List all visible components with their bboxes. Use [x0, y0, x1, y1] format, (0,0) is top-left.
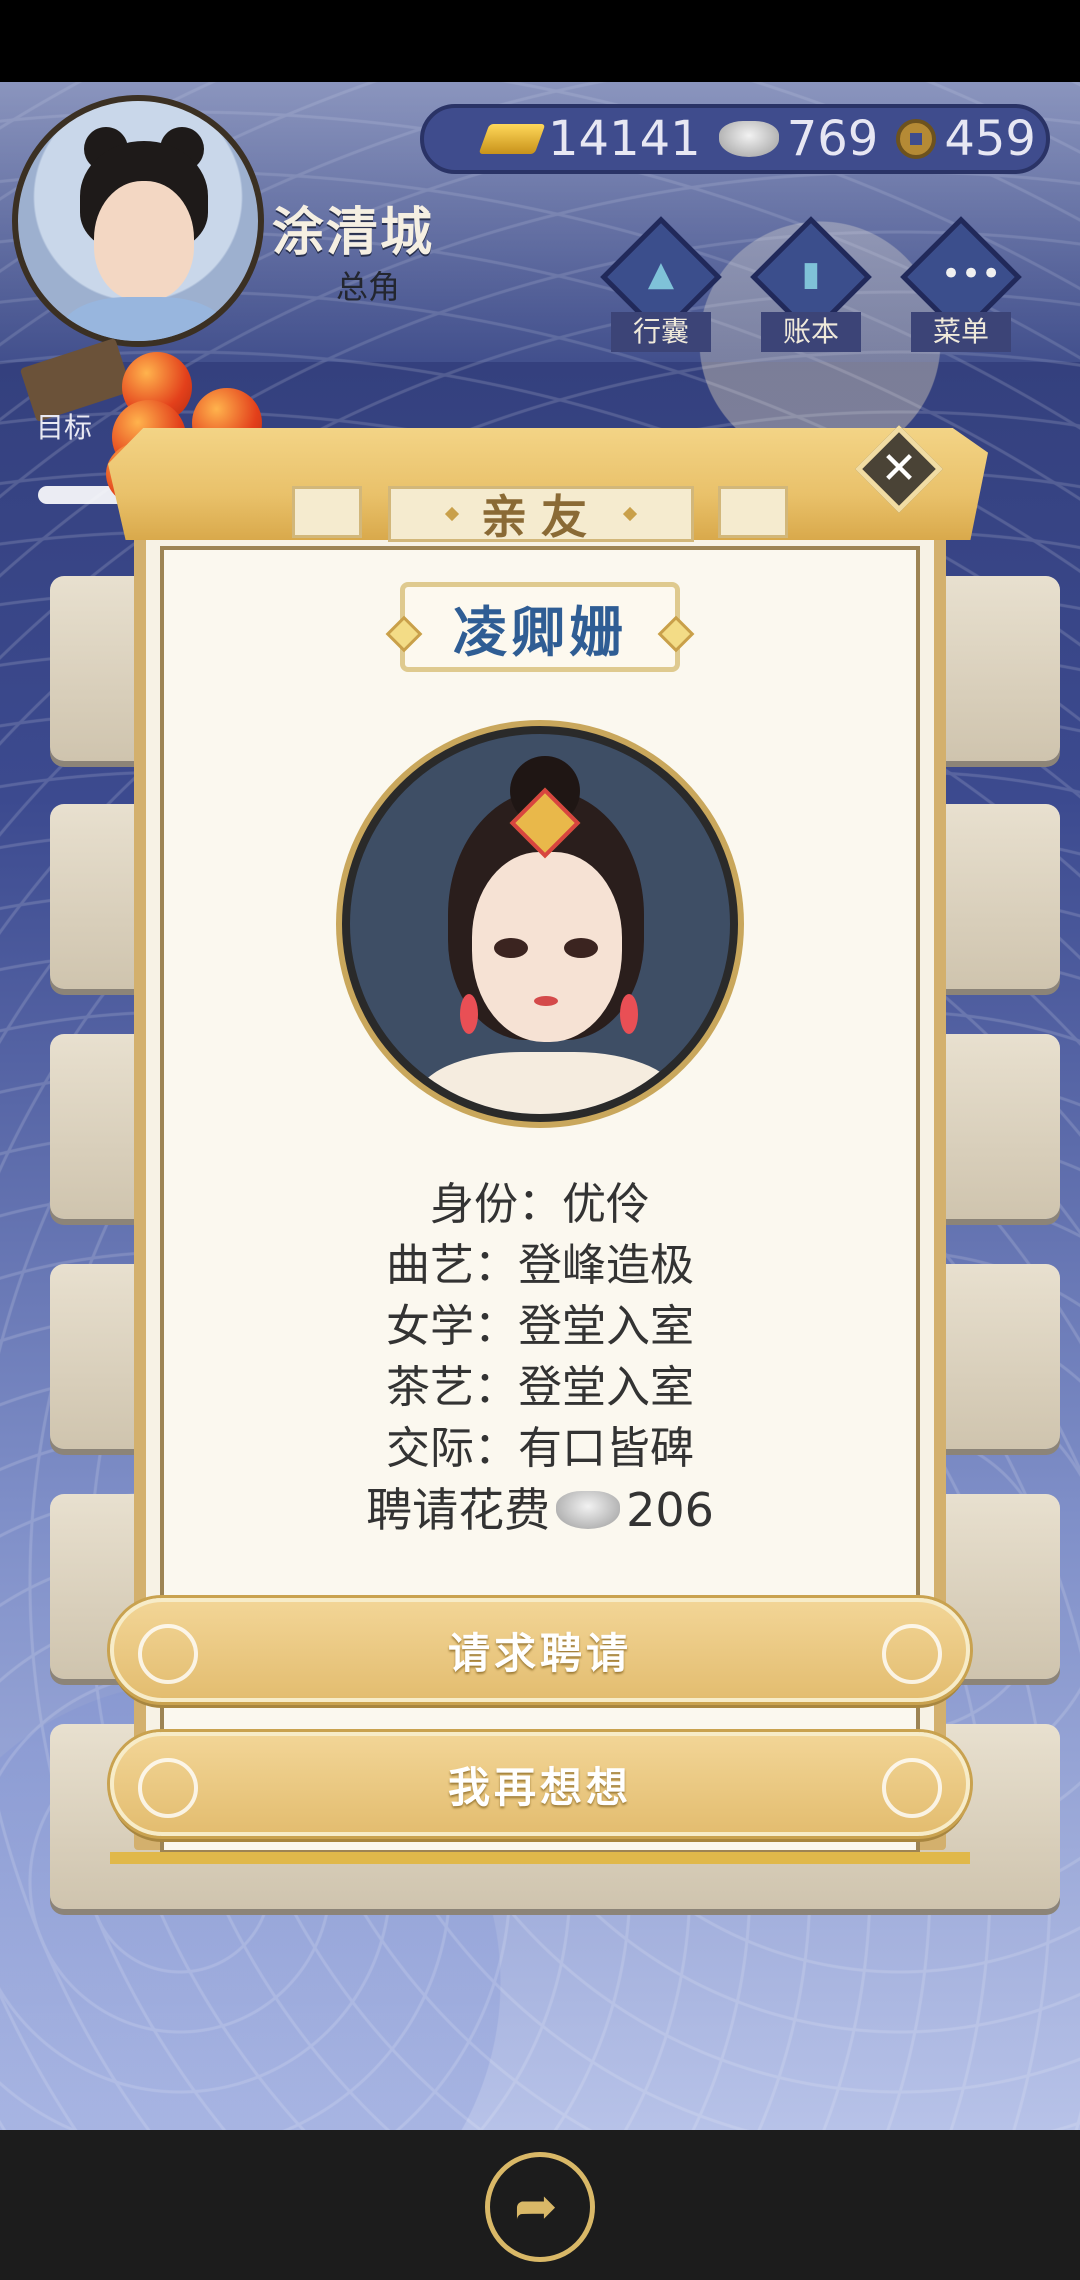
gold-currency: 14141: [478, 111, 701, 167]
cloud-ornament-icon: [138, 1624, 198, 1684]
modal-bottom-border: [110, 1852, 970, 1864]
ledger-label: 账本: [761, 312, 861, 352]
think-again-label: 我再想想: [447, 1762, 632, 1812]
modal-title: 亲友: [481, 490, 601, 544]
player-role: 总角: [336, 268, 401, 306]
menu-dots-icon: •••: [941, 254, 1002, 294]
request-hire-label: 请求聘请: [447, 1628, 632, 1678]
npc-name: 凌卿姗: [453, 600, 627, 664]
hire-fee: 聘请花费 206: [300, 1479, 780, 1541]
stat-identity: 身份：优伶: [430, 1179, 650, 1230]
bag-icon: ▲: [647, 254, 675, 294]
copper-coin-icon: [896, 119, 937, 159]
modal-title-plaque: 亲友: [388, 486, 694, 544]
gold-ingot-icon: [478, 124, 546, 154]
coin-amount: 459: [944, 111, 1036, 167]
npc-portrait: [342, 726, 738, 1122]
cloud-ornament-icon: [138, 1758, 198, 1818]
silver-amount: 769: [786, 111, 879, 167]
silver-ingot-icon: [556, 1491, 621, 1529]
stat-music: 曲艺：登峰造极: [386, 1240, 694, 1291]
silver-ingot-icon: [718, 121, 779, 157]
think-again-button[interactable]: 我再想想: [110, 1732, 970, 1836]
menu-label: 菜单: [911, 312, 1011, 352]
cloud-ornament-icon: [882, 1758, 942, 1818]
bag-button[interactable]: ▲ 行囊: [596, 216, 726, 356]
share-button[interactable]: ➦: [485, 2152, 595, 2262]
ledger-button[interactable]: ▮ 账本: [746, 216, 876, 356]
cloud-ornament-icon: [882, 1624, 942, 1684]
share-icon: ➦: [514, 2177, 558, 2237]
npc-name-plate: 凌卿姗: [400, 582, 680, 672]
header-ornament: [718, 486, 788, 538]
bag-label: 行囊: [611, 312, 711, 352]
close-icon: ✕: [880, 443, 918, 494]
ledger-icon: ▮: [801, 254, 821, 294]
menu-button[interactable]: ••• 菜单: [896, 216, 1026, 356]
header-ornament: [292, 486, 362, 538]
stat-literature: 女学：登堂入室: [386, 1301, 694, 1352]
gold-amount: 14141: [548, 111, 701, 167]
currency-bar: 14141 769 459: [420, 104, 1050, 174]
stat-social: 交际：有口皆碑: [386, 1423, 694, 1474]
request-hire-button[interactable]: 请求聘请: [110, 1598, 970, 1702]
coin-currency: 459: [896, 111, 1036, 167]
status-bar: [0, 0, 1080, 82]
goal-label: 目标: [36, 411, 93, 444]
stat-tea: 茶艺：登堂入室: [386, 1362, 694, 1413]
player-avatar[interactable]: [12, 95, 264, 347]
silver-currency: 769: [718, 111, 879, 167]
npc-stats: 身份：优伶 曲艺：登峰造极 女学：登堂入室 茶艺：登堂入室 交际：有口皆碑 聘请…: [300, 1174, 780, 1541]
hire-fee-label: 聘请花费: [366, 1483, 551, 1537]
hire-fee-value: 206: [626, 1483, 714, 1537]
player-name: 涂清城: [272, 203, 435, 263]
